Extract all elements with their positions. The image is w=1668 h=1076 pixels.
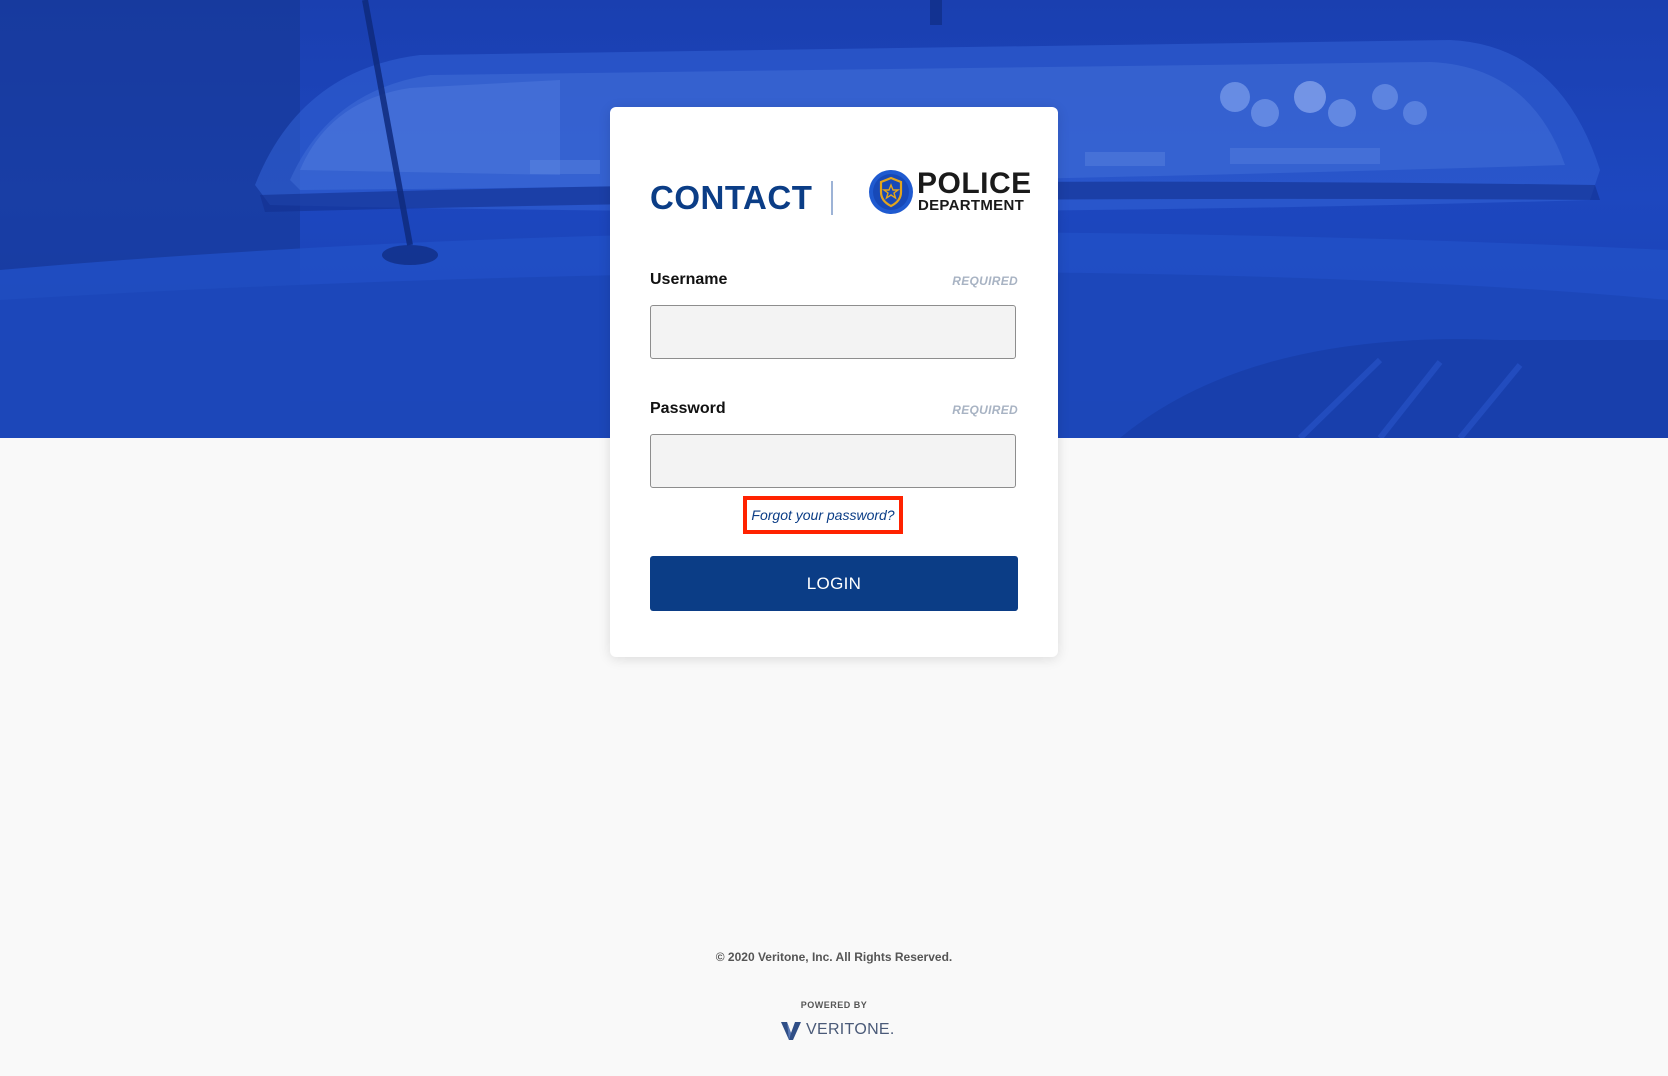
- police-logo-text: POLICE: [917, 167, 1032, 200]
- contact-logo-text: CONTACT: [650, 179, 813, 216]
- forgot-password-link[interactable]: Forgot your password?: [751, 507, 894, 523]
- brand-header: CONTACT POLICE DEPARTMENT: [650, 167, 1031, 229]
- login-card: CONTACT POLICE DEPARTMENT Username REQUI…: [610, 107, 1058, 657]
- username-label: Username: [650, 271, 728, 288]
- password-input[interactable]: [650, 434, 1016, 488]
- powered-by-label: POWERED BY: [800, 1000, 868, 1010]
- username-input[interactable]: [650, 305, 1016, 359]
- username-required-hint: REQUIRED: [952, 274, 1018, 288]
- veritone-mark-icon: [781, 1022, 801, 1040]
- veritone-wordmark: VERITONE.: [806, 1021, 895, 1038]
- department-logo-text: DEPARTMENT: [918, 197, 1025, 214]
- forgot-password-highlight: Forgot your password?: [743, 496, 903, 534]
- password-label: Password: [650, 400, 726, 417]
- login-page: CONTACT POLICE DEPARTMENT Username REQUI…: [0, 0, 1668, 1076]
- veritone-logo: VERITONE.: [780, 1018, 895, 1042]
- password-required-hint: REQUIRED: [952, 403, 1018, 417]
- police-badge-icon: [869, 170, 913, 214]
- copyright-text: © 2020 Veritone, Inc. All Rights Reserve…: [715, 950, 953, 964]
- brand-divider: [831, 181, 833, 215]
- login-button[interactable]: LOGIN: [650, 556, 1018, 611]
